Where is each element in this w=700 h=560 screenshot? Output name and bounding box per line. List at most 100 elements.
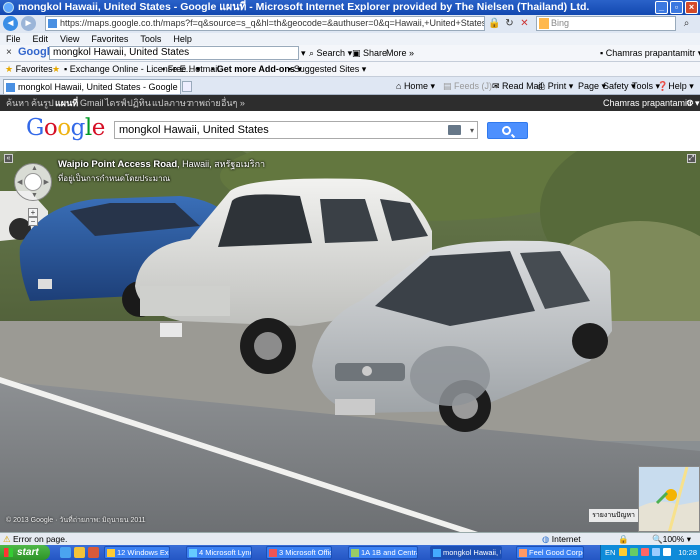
street-view-minimap[interactable] xyxy=(638,466,700,532)
menu-view[interactable]: View xyxy=(60,33,79,45)
new-tab-button[interactable] xyxy=(182,81,192,92)
favorites-bar: ★ Favorites ★ ▪ Exchange Online - Licens… xyxy=(0,62,700,77)
browser-tab[interactable]: mongkol Hawaii, United States - Google แ… xyxy=(3,79,181,94)
fav-suggested-sites[interactable]: ▪ Suggested Sites ▾ xyxy=(288,62,366,77)
zoom-level[interactable]: 🔍100% ▾ xyxy=(652,533,691,545)
gbar-link-images[interactable]: ค้นรูป xyxy=(31,95,54,111)
close-toolbar-icon[interactable]: × xyxy=(6,47,12,58)
toolbar-search-input[interactable]: mongkol Hawaii, United States xyxy=(49,46,299,60)
pan-left-icon[interactable]: ◀ xyxy=(17,178,22,186)
keyboard-dropdown-icon[interactable]: ▾ xyxy=(470,123,474,139)
clock[interactable]: 10:28 xyxy=(678,545,697,560)
url-text: https://maps.google.co.th/maps?f=q&sourc… xyxy=(60,18,485,28)
close-window-button[interactable]: × xyxy=(685,1,698,14)
window-title-bar: mongkol Hawaii, United States - Google แ… xyxy=(0,0,700,15)
collapse-panel-icon[interactable]: « xyxy=(4,154,13,163)
task-lync[interactable]: 4 Microsoft Lync ... xyxy=(186,546,252,559)
menu-help[interactable]: Help xyxy=(173,33,192,45)
status-bar: ⚠ Error on page. ◍ Internet 🔒 🔍100% ▾ xyxy=(0,532,700,545)
favorites-button[interactable]: ★ Favorites xyxy=(5,62,53,77)
maps-search-input[interactable]: mongkol Hawaii, United States ▾ xyxy=(114,121,478,139)
windows-taskbar: start 12 Windows Expl... 4 Microsoft Lyn… xyxy=(0,545,700,560)
gbar-settings-icon[interactable]: ⚙ xyxy=(686,95,694,111)
fullscreen-icon[interactable]: ⤢ xyxy=(687,154,696,163)
maps-search-button[interactable] xyxy=(487,122,528,139)
forward-icon[interactable]: ► xyxy=(21,16,36,31)
window-title: mongkol Hawaii, United States - Google แ… xyxy=(18,1,590,13)
security-zone[interactable]: ◍ Internet xyxy=(542,533,581,545)
quicklaunch-explorer-icon[interactable] xyxy=(74,547,85,558)
menu-file[interactable]: File xyxy=(6,33,21,45)
toolbar-search-button[interactable]: ⌕ Search ▾ xyxy=(309,47,352,59)
start-button[interactable]: start xyxy=(0,545,50,560)
tray-icon-1[interactable] xyxy=(619,548,627,556)
task-office[interactable]: 3 Microsoft Office... xyxy=(266,546,332,559)
safety-menu-button[interactable]: Safety ▾ xyxy=(603,80,636,92)
menu-favorites[interactable]: Favorites xyxy=(91,33,128,45)
gbar-link-translate[interactable]: แปลภาษา xyxy=(152,95,191,111)
zoom-in-button[interactable]: + xyxy=(28,208,38,217)
task-feel-good[interactable]: Feel Good Corpor... xyxy=(516,546,584,559)
language-indicator[interactable]: EN xyxy=(605,545,615,560)
windows-flag-icon xyxy=(4,548,13,557)
read-mail-button[interactable]: ✉ Read Mail xyxy=(492,80,543,92)
gbar-link-maps[interactable]: แผนที่ xyxy=(55,95,78,111)
gbar-link-search[interactable]: ค้นหา xyxy=(6,95,29,111)
minimize-button[interactable]: _ xyxy=(655,1,668,14)
menu-tools[interactable]: Tools xyxy=(140,33,161,45)
gbar-link-photos[interactable]: ภาพถ่าย xyxy=(188,95,221,111)
quicklaunch-ie-icon[interactable] xyxy=(60,547,71,558)
gbar-link-gmail[interactable]: Gmail xyxy=(80,95,104,111)
street-view-address: Waipio Point Access Road, Hawaii, สหรัฐอ… xyxy=(58,157,265,185)
print-button[interactable]: ⎙ Print ▾ xyxy=(538,80,573,92)
tray-icon-4[interactable] xyxy=(652,548,660,556)
pan-right-icon[interactable]: ▶ xyxy=(44,178,49,186)
tray-icon-5[interactable] xyxy=(663,548,671,556)
refresh-icon[interactable]: ↻ xyxy=(503,17,516,30)
task-central[interactable]: 1A 1B and Central-... xyxy=(348,546,418,559)
task-ie-maps[interactable]: mongkol Hawaii, Un... xyxy=(430,546,502,559)
maps-header: Google mongkol Hawaii, United States ▾ xyxy=(0,111,700,151)
pan-control[interactable]: ▲ ▼ ◀ ▶ xyxy=(14,163,52,201)
gbar-link-drive[interactable]: ไดรฟ์ xyxy=(105,95,127,111)
star-icon: ★ xyxy=(5,64,14,74)
feeds-button[interactable]: ▤ Feeds (J) ▾ xyxy=(443,80,499,92)
search-icon[interactable]: ⌕ xyxy=(680,17,693,30)
toolbar-dropdown-icon[interactable]: ▾ xyxy=(301,47,306,59)
add-favorite-icon[interactable]: ★ xyxy=(52,62,60,77)
toolbar-user[interactable]: ▪ Chamras prapantamitr ▾ xyxy=(600,47,700,59)
street-view-image[interactable] xyxy=(0,151,700,532)
error-on-page[interactable]: ⚠ Error on page. xyxy=(3,533,67,545)
bing-search-input[interactable]: Bing xyxy=(536,16,676,31)
bing-placeholder: Bing xyxy=(551,18,570,28)
report-problem-link[interactable]: รายงานปัญหา xyxy=(589,509,638,522)
lock-icon[interactable]: 🔒 xyxy=(488,17,501,30)
toolbar-share-button[interactable]: ▣ Share xyxy=(352,47,387,59)
keyboard-icon[interactable] xyxy=(448,125,461,135)
stop-icon[interactable]: ✕ xyxy=(518,17,531,30)
protected-mode-icon[interactable]: 🔒 xyxy=(618,533,629,545)
toolbar-more-button[interactable]: More » xyxy=(386,47,414,59)
tray-icon-3[interactable] xyxy=(641,548,649,556)
back-icon[interactable]: ◄ xyxy=(3,16,18,31)
menu-edit[interactable]: Edit xyxy=(33,33,49,45)
home-button[interactable]: ⌂ Home ▾ xyxy=(396,80,435,92)
zoom-out-button[interactable]: − xyxy=(28,217,38,226)
tab-favicon-icon xyxy=(6,83,15,92)
page-menu-button[interactable]: Page ▾ xyxy=(578,80,606,92)
tray-icon-2[interactable] xyxy=(630,548,638,556)
tools-menu-button[interactable]: Tools ▾ xyxy=(632,80,660,92)
maximize-button[interactable]: ▫ xyxy=(670,1,683,14)
task-windows-explorer[interactable]: 12 Windows Expl... xyxy=(104,546,170,559)
tab-command-bar: mongkol Hawaii, United States - Google แ… xyxy=(0,77,700,95)
street-view-panorama[interactable]: « ⤢ Waipio Point Access Road, Hawaii, สห… xyxy=(0,151,700,532)
google-logo[interactable]: Google xyxy=(26,115,105,141)
help-menu-button[interactable]: ❓Help ▾ xyxy=(657,80,694,92)
compass-center-icon[interactable] xyxy=(24,173,42,191)
pan-down-icon[interactable]: ▼ xyxy=(31,192,38,199)
pan-up-icon[interactable]: ▲ xyxy=(31,165,38,172)
url-field[interactable]: https://maps.google.co.th/maps?f=q&sourc… xyxy=(45,16,485,31)
gbar-link-calendar[interactable]: ปฏิทิน xyxy=(127,95,151,111)
gbar-link-more[interactable]: อื่นๆ » xyxy=(221,95,245,111)
quicklaunch-outlook-icon[interactable] xyxy=(88,547,99,558)
